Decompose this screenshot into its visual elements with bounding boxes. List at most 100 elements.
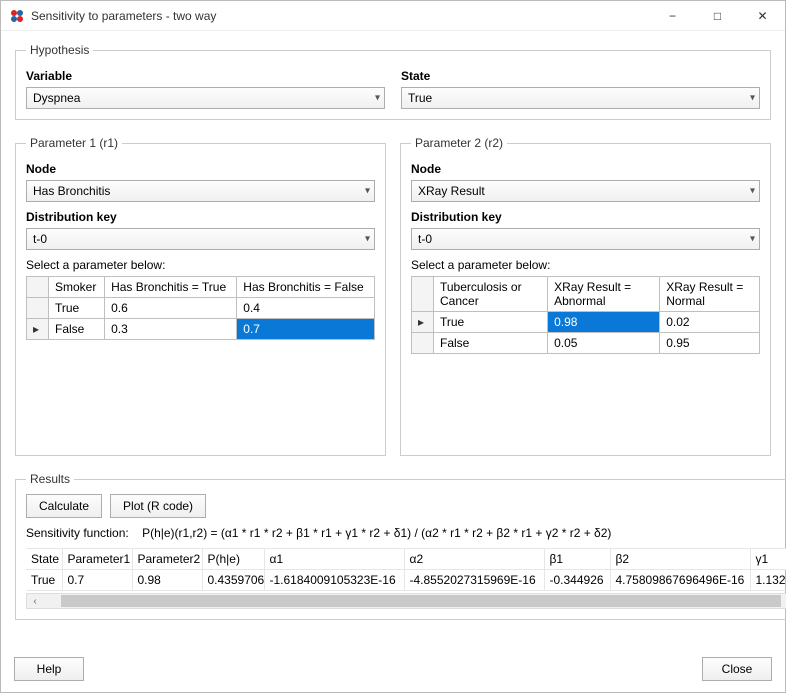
param2-node-label: Node bbox=[411, 162, 760, 176]
param2-cell[interactable]: 0.05 bbox=[548, 333, 660, 354]
param1-select-label: Select a parameter below: bbox=[26, 258, 375, 272]
param2-th2: XRay Result = Abnormal bbox=[548, 277, 660, 312]
results-th: α1 bbox=[264, 549, 404, 570]
close-window-button[interactable]: ✕ bbox=[740, 1, 785, 31]
results-cell: True bbox=[26, 570, 62, 591]
chevron-down-icon: ▾ bbox=[750, 93, 755, 104]
param2-distkey-combo[interactable]: t-0 ▾ bbox=[411, 228, 760, 250]
scroll-thumb[interactable] bbox=[61, 595, 781, 607]
param2-fieldset: Parameter 2 (r2) Node XRay Result ▾ Dist… bbox=[400, 136, 771, 456]
sensitivity-function-line: Sensitivity function: P(h|e)(r1,r2) = (α… bbox=[26, 526, 786, 540]
param1-cell[interactable]: 0.3 bbox=[105, 319, 237, 340]
param1-distkey-value: t-0 bbox=[33, 232, 47, 246]
param1-cell-selected[interactable]: 0.7 bbox=[237, 319, 375, 340]
param1-node-combo[interactable]: Has Bronchitis ▾ bbox=[26, 180, 375, 202]
variable-label: Variable bbox=[26, 69, 385, 83]
param2-cell[interactable]: False bbox=[434, 333, 548, 354]
scroll-left-icon[interactable]: ‹ bbox=[27, 594, 43, 608]
param2-distkey-value: t-0 bbox=[418, 232, 432, 246]
sensitivity-function-label: Sensitivity function: bbox=[26, 526, 129, 540]
param1-fieldset: Parameter 1 (r1) Node Has Bronchitis ▾ D… bbox=[15, 136, 386, 456]
maximize-button[interactable]: □ bbox=[695, 1, 740, 31]
param1-node-value: Has Bronchitis bbox=[33, 184, 110, 198]
chevron-down-icon: ▾ bbox=[750, 234, 755, 245]
minimize-button[interactable]: − bbox=[650, 1, 695, 31]
chevron-down-icon: ▾ bbox=[365, 186, 370, 197]
param2-row-indicator: ▸ bbox=[412, 312, 434, 333]
param2-node-combo[interactable]: XRay Result ▾ bbox=[411, 180, 760, 202]
close-icon: ✕ bbox=[757, 9, 767, 23]
param2-distkey-label: Distribution key bbox=[411, 210, 760, 224]
maximize-icon: □ bbox=[714, 9, 721, 23]
results-table[interactable]: State Parameter1 Parameter2 P(h|e) α1 α2… bbox=[26, 548, 786, 591]
param2-row[interactable]: ▸ True 0.98 0.02 bbox=[412, 312, 760, 333]
param2-legend: Parameter 2 (r2) bbox=[411, 136, 507, 150]
hypothesis-fieldset: Hypothesis Variable Dyspnea ▾ State True… bbox=[15, 43, 771, 120]
results-row[interactable]: True 0.7 0.98 0.4359706 -1.6184009105323… bbox=[26, 570, 786, 591]
state-label: State bbox=[401, 69, 760, 83]
param2-cell-selected[interactable]: 0.98 bbox=[548, 312, 660, 333]
results-th: α2 bbox=[404, 549, 544, 570]
calculate-button[interactable]: Calculate bbox=[26, 494, 102, 518]
state-combo-value: True bbox=[408, 91, 432, 105]
param1-th-rowhdr bbox=[27, 277, 49, 298]
results-th: P(h|e) bbox=[202, 549, 264, 570]
results-th: β2 bbox=[610, 549, 750, 570]
help-button[interactable]: Help bbox=[14, 657, 84, 681]
param1-table[interactable]: Smoker Has Bronchitis = True Has Bronchi… bbox=[26, 276, 375, 340]
results-th: Parameter1 bbox=[62, 549, 132, 570]
param1-distkey-combo[interactable]: t-0 ▾ bbox=[26, 228, 375, 250]
param1-row[interactable]: True 0.6 0.4 bbox=[27, 298, 375, 319]
param1-th1: Smoker bbox=[49, 277, 105, 298]
state-combo[interactable]: True ▾ bbox=[401, 87, 760, 109]
close-button[interactable]: Close bbox=[702, 657, 772, 681]
results-cell: -4.8552027315969E-16 bbox=[404, 570, 544, 591]
variable-combo-value: Dyspnea bbox=[33, 91, 80, 105]
results-horizontal-scrollbar[interactable]: ‹ › bbox=[26, 593, 786, 609]
param2-cell[interactable]: True bbox=[434, 312, 548, 333]
param1-th3: Has Bronchitis = False bbox=[237, 277, 375, 298]
param2-table[interactable]: Tuberculosis or Cancer XRay Result = Abn… bbox=[411, 276, 760, 354]
param1-cell[interactable]: 0.6 bbox=[105, 298, 237, 319]
param1-cell[interactable]: False bbox=[49, 319, 105, 340]
results-cell: 0.7 bbox=[62, 570, 132, 591]
param2-cell[interactable]: 0.95 bbox=[660, 333, 760, 354]
param2-cell[interactable]: 0.02 bbox=[660, 312, 760, 333]
scroll-track[interactable] bbox=[43, 594, 786, 608]
param2-row-indicator bbox=[412, 333, 434, 354]
param1-row-indicator: ▸ bbox=[27, 319, 49, 340]
variable-combo[interactable]: Dyspnea ▾ bbox=[26, 87, 385, 109]
results-th: State bbox=[26, 549, 62, 570]
param1-cell[interactable]: True bbox=[49, 298, 105, 319]
param2-node-value: XRay Result bbox=[418, 184, 485, 198]
results-cell: 1.13288063 bbox=[750, 570, 786, 591]
results-fieldset: Results Calculate Plot (R code) Sensitiv… bbox=[15, 472, 786, 620]
param1-row[interactable]: ▸ False 0.3 0.7 bbox=[27, 319, 375, 340]
minimize-icon: − bbox=[669, 9, 676, 23]
chevron-down-icon: ▾ bbox=[375, 93, 380, 104]
results-table-wrap: State Parameter1 Parameter2 P(h|e) α1 α2… bbox=[26, 548, 786, 591]
results-th: β1 bbox=[544, 549, 610, 570]
results-legend: Results bbox=[26, 472, 74, 486]
param1-legend: Parameter 1 (r1) bbox=[26, 136, 122, 150]
results-cell: 0.98 bbox=[132, 570, 202, 591]
sensitivity-function-value: P(h|e)(r1,r2) = (α1 * r1 * r2 + β1 * r1 … bbox=[142, 526, 611, 540]
param1-distkey-label: Distribution key bbox=[26, 210, 375, 224]
chevron-down-icon: ▾ bbox=[750, 186, 755, 197]
chevron-down-icon: ▾ bbox=[365, 234, 370, 245]
param2-row[interactable]: False 0.05 0.95 bbox=[412, 333, 760, 354]
param2-th-rowhdr bbox=[412, 277, 434, 312]
results-th: Parameter2 bbox=[132, 549, 202, 570]
results-cell: -0.344926 bbox=[544, 570, 610, 591]
results-cell: 4.75809867696496E-16 bbox=[610, 570, 750, 591]
param2-th3: XRay Result = Normal bbox=[660, 277, 760, 312]
window-title: Sensitivity to parameters - two way bbox=[31, 9, 650, 23]
results-cell: 0.4359706 bbox=[202, 570, 264, 591]
param1-cell[interactable]: 0.4 bbox=[237, 298, 375, 319]
results-cell: -1.6184009105323E-16 bbox=[264, 570, 404, 591]
plot-r-code-button[interactable]: Plot (R code) bbox=[110, 494, 206, 518]
param2-th1: Tuberculosis or Cancer bbox=[434, 277, 548, 312]
hypothesis-legend: Hypothesis bbox=[26, 43, 93, 57]
param1-node-label: Node bbox=[26, 162, 375, 176]
titlebar: Sensitivity to parameters - two way − □ … bbox=[1, 1, 785, 31]
